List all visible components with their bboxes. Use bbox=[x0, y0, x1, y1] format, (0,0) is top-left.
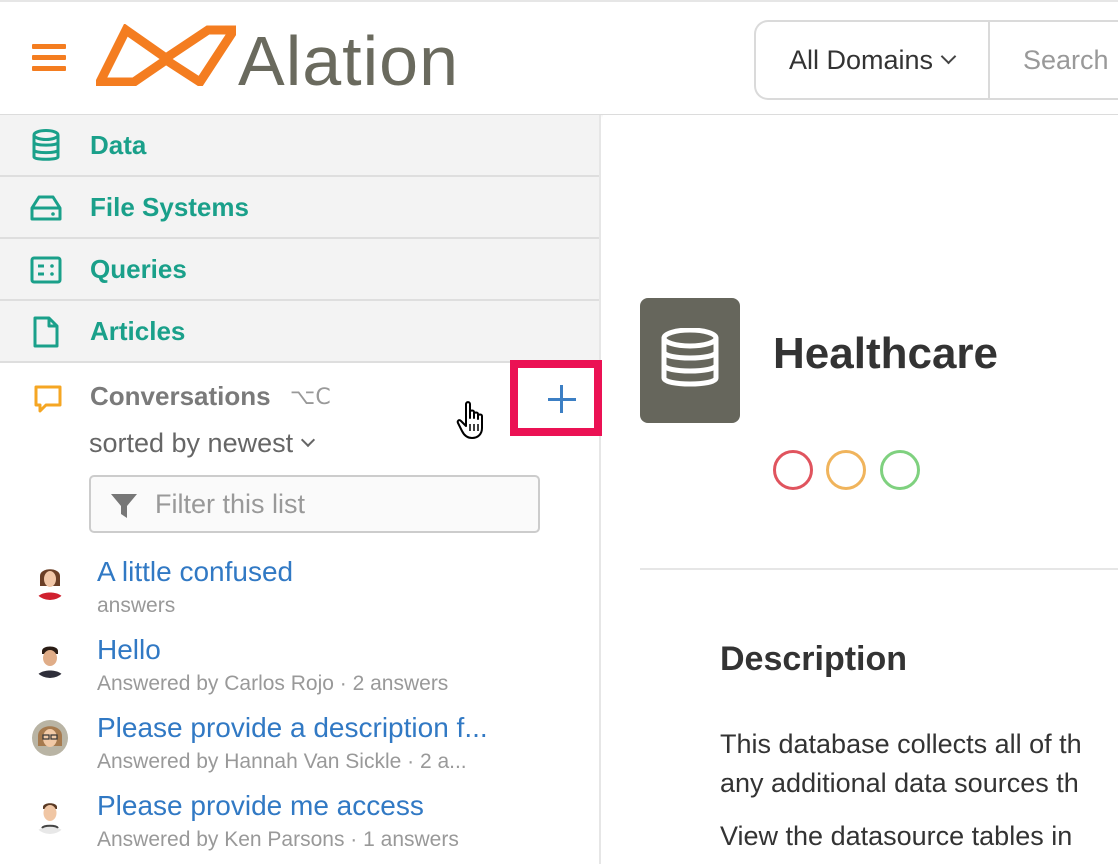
avatar bbox=[32, 642, 68, 678]
avatar bbox=[32, 720, 68, 756]
list-item[interactable]: Hello Answered by Carlos Rojo · 2 answer… bbox=[0, 634, 599, 712]
sidebar-item-label: Queries bbox=[90, 253, 187, 284]
database-icon bbox=[661, 328, 719, 387]
domain-select[interactable]: All Domains bbox=[756, 22, 990, 98]
sidebar-item-articles[interactable]: Articles bbox=[0, 301, 599, 363]
description-line: any additional data sources th bbox=[720, 768, 1079, 798]
sidebar-item-label: File Systems bbox=[90, 191, 249, 222]
datasource-tile bbox=[640, 298, 740, 423]
hand-cursor-icon bbox=[456, 401, 483, 439]
search-input[interactable] bbox=[992, 22, 1118, 98]
sort-dropdown[interactable]: sorted by newest bbox=[89, 428, 316, 459]
conversations-title: Conversations bbox=[90, 381, 271, 411]
conversation-subtitle: Answered by Hannah Van Sickle · 2 a... bbox=[97, 750, 467, 773]
chevron-down-icon bbox=[940, 48, 957, 65]
keyboard-shortcut: ⌥C bbox=[290, 385, 331, 410]
description-line: View the datasource tables in bbox=[720, 821, 1073, 851]
conversation-subtitle: answers bbox=[97, 594, 176, 617]
description-text: This database collects all of th any add… bbox=[720, 725, 1118, 803]
conversation-title[interactable]: Please provide me access bbox=[97, 790, 424, 822]
alation-logo[interactable]: Alation bbox=[96, 22, 476, 100]
status-circle-red[interactable] bbox=[773, 450, 813, 490]
drive-icon bbox=[30, 195, 62, 221]
sidebar-item-data[interactable]: Data bbox=[0, 115, 599, 177]
filter-field bbox=[89, 475, 540, 533]
status-circle-yellow[interactable] bbox=[826, 450, 866, 490]
status-circle-green[interactable] bbox=[880, 450, 920, 490]
list-item[interactable]: Please provide a description f... Answer… bbox=[0, 712, 599, 790]
sidebar: Data File Systems Queries Articles Conve… bbox=[0, 115, 602, 864]
hamburger-menu-icon[interactable] bbox=[32, 44, 66, 72]
main-content: Healthcare Description This database col… bbox=[603, 115, 1118, 864]
description-heading: Description bbox=[720, 640, 908, 678]
logo-bowtie-icon bbox=[96, 24, 236, 86]
conversation-title[interactable]: Hello bbox=[97, 634, 161, 666]
domain-select-label: All Domains bbox=[789, 44, 934, 75]
avatar bbox=[32, 798, 68, 834]
conversation-subtitle: Answered by Ken Parsons · 1 answers bbox=[97, 828, 459, 851]
query-icon bbox=[30, 256, 62, 284]
page-title: Healthcare bbox=[773, 329, 999, 378]
filter-funnel-icon bbox=[111, 494, 137, 518]
avatar bbox=[32, 564, 68, 600]
top-header: Alation All Domains bbox=[0, 0, 1118, 115]
sidebar-item-file-systems[interactable]: File Systems bbox=[0, 177, 599, 239]
article-icon bbox=[33, 316, 59, 348]
conversation-title[interactable]: Please provide a description f... bbox=[97, 712, 488, 744]
list-item[interactable]: A little confused answers bbox=[0, 556, 599, 634]
add-conversation-button[interactable] bbox=[510, 360, 602, 436]
logo-text: Alation bbox=[238, 22, 460, 100]
sidebar-item-label: Data bbox=[90, 129, 147, 160]
chevron-down-icon bbox=[301, 432, 316, 448]
search-bar: All Domains bbox=[754, 20, 1118, 100]
sidebar-item-label: Articles bbox=[90, 315, 186, 346]
sort-label: sorted by newest bbox=[89, 428, 294, 458]
speech-bubble-icon bbox=[34, 385, 62, 413]
list-item[interactable]: Please provide me access Answered by Ken… bbox=[0, 790, 599, 864]
conversation-subtitle: Answered by Carlos Rojo · 2 answers bbox=[97, 672, 449, 695]
conversation-title[interactable]: A little confused bbox=[97, 556, 293, 588]
description-line: This database collects all of th bbox=[720, 729, 1082, 759]
filter-input[interactable] bbox=[155, 477, 525, 531]
database-icon bbox=[32, 129, 60, 161]
divider bbox=[640, 568, 1118, 570]
sidebar-item-queries[interactable]: Queries bbox=[0, 239, 599, 301]
